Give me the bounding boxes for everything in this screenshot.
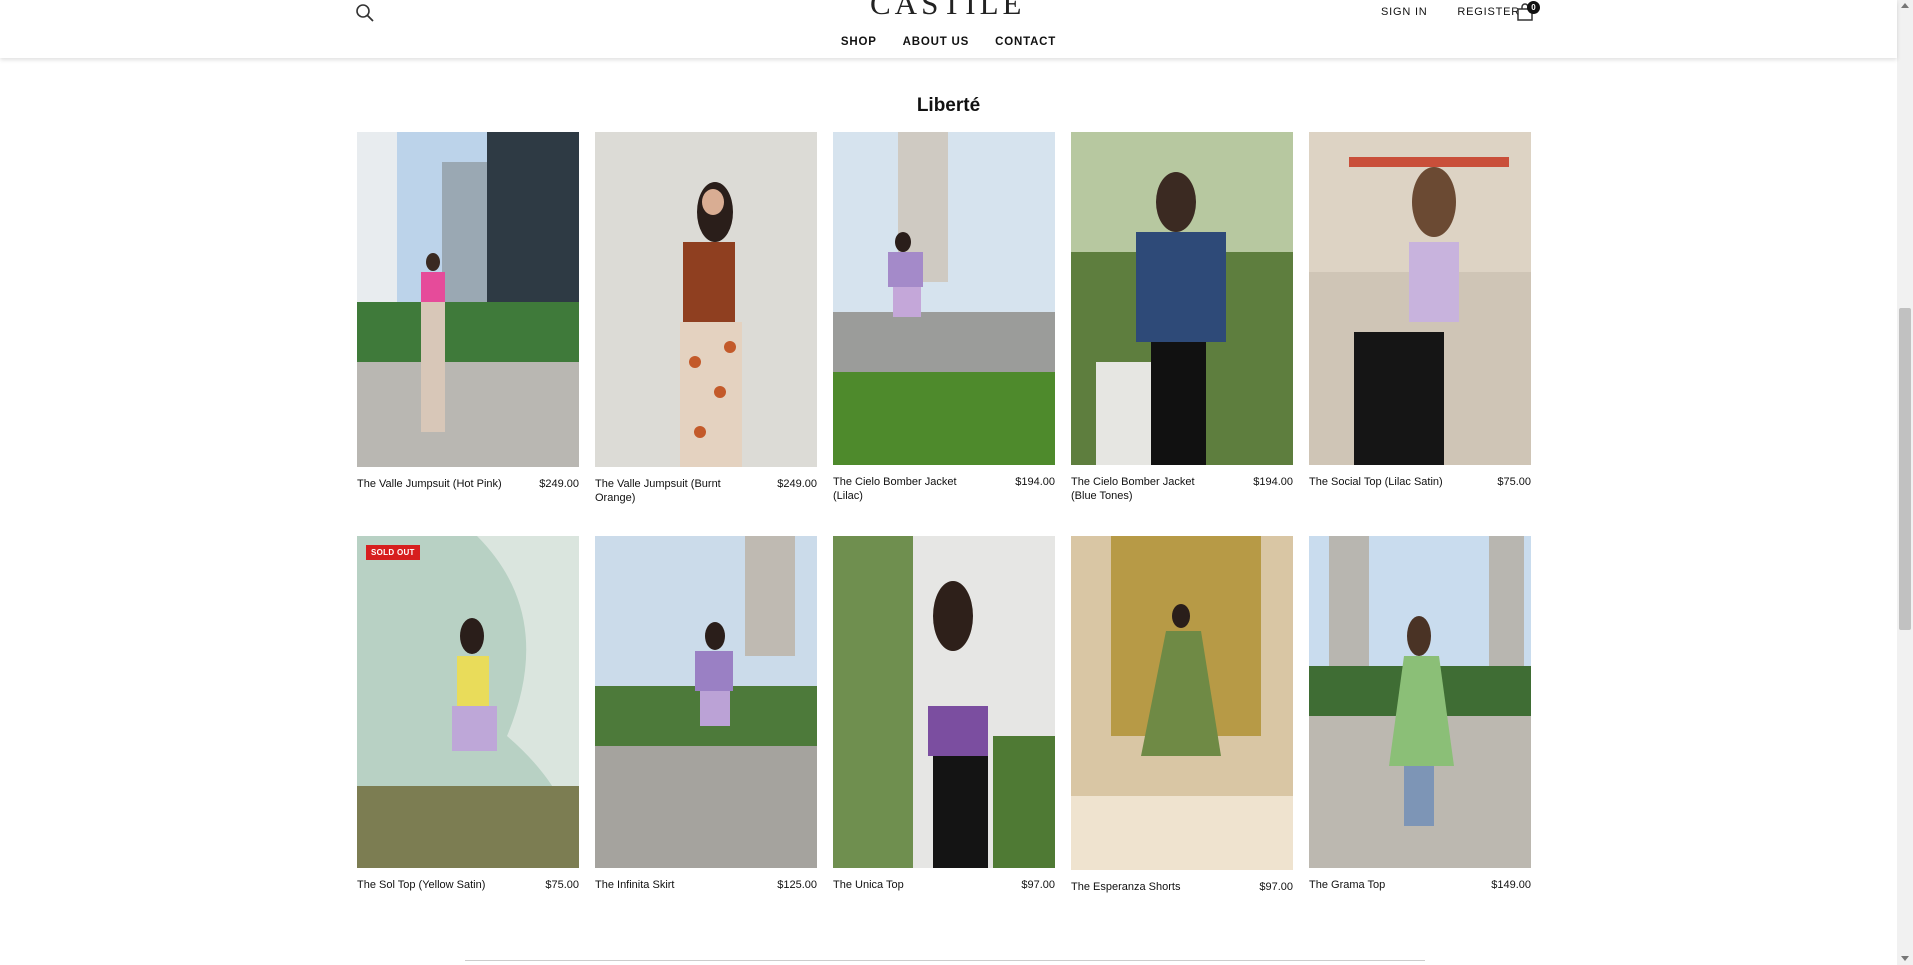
product-price: $75.00 bbox=[1497, 476, 1531, 488]
product-price: $97.00 bbox=[1259, 881, 1293, 893]
sign-in-link[interactable]: SIGN IN bbox=[1381, 6, 1428, 18]
register-link[interactable]: REGISTER bbox=[1457, 6, 1520, 18]
product-price: $75.00 bbox=[545, 879, 579, 891]
product-name[interactable]: The Valle Jumpsuit (Hot Pink) bbox=[357, 477, 507, 491]
product-name[interactable]: The Cielo Bomber Jacket (Lilac) bbox=[833, 475, 983, 503]
product-image[interactable] bbox=[1309, 536, 1531, 868]
product-name[interactable]: The Social Top (Lilac Satin) bbox=[1309, 475, 1459, 489]
scrollbar-thumb[interactable] bbox=[1899, 308, 1911, 630]
product-image[interactable] bbox=[595, 132, 817, 467]
nav-shop[interactable]: SHOP bbox=[841, 36, 877, 48]
product-card[interactable]: SOLD OUT The Sol Top (Yellow Satin) $75.… bbox=[357, 536, 579, 892]
product-price: $249.00 bbox=[539, 478, 579, 490]
product-name[interactable]: The Unica Top bbox=[833, 878, 983, 892]
product-price: $194.00 bbox=[1253, 476, 1293, 488]
product-price: $97.00 bbox=[1021, 879, 1055, 891]
product-price: $125.00 bbox=[777, 879, 817, 891]
sold-out-badge: SOLD OUT bbox=[366, 545, 420, 560]
page-scrollbar[interactable] bbox=[1897, 0, 1913, 965]
product-image[interactable] bbox=[1071, 132, 1293, 465]
product-card[interactable]: The Social Top (Lilac Satin) $75.00 bbox=[1309, 132, 1531, 489]
product-card[interactable]: The Infinita Skirt $125.00 bbox=[595, 536, 817, 892]
product-price: $149.00 bbox=[1491, 879, 1531, 891]
product-name[interactable]: The Cielo Bomber Jacket (Blue Tones) bbox=[1071, 475, 1221, 503]
product-card[interactable]: The Esperanza Shorts $97.00 bbox=[1071, 536, 1293, 894]
product-image[interactable]: SOLD OUT bbox=[357, 536, 579, 868]
product-image[interactable] bbox=[1309, 132, 1531, 465]
product-card[interactable]: The Valle Jumpsuit (Burnt Orange) $249.0… bbox=[595, 132, 817, 505]
site-header: CASTILÉ SHOP ABOUT US CONTACT SIGN IN RE… bbox=[0, 0, 1897, 58]
product-name[interactable]: The Esperanza Shorts bbox=[1071, 880, 1221, 894]
product-image[interactable] bbox=[595, 536, 817, 868]
product-card[interactable]: The Cielo Bomber Jacket (Lilac) $194.00 bbox=[833, 132, 1055, 503]
nav-about-us[interactable]: ABOUT US bbox=[903, 36, 969, 48]
product-name[interactable]: The Grama Top bbox=[1309, 878, 1459, 892]
product-image[interactable] bbox=[1071, 536, 1293, 870]
nav-contact[interactable]: CONTACT bbox=[995, 36, 1056, 48]
product-price: $249.00 bbox=[777, 478, 817, 490]
product-image[interactable] bbox=[833, 536, 1055, 868]
scroll-up-arrow-icon[interactable] bbox=[1901, 3, 1909, 8]
scroll-down-arrow-icon[interactable] bbox=[1901, 956, 1909, 961]
product-name[interactable]: The Infinita Skirt bbox=[595, 878, 745, 892]
cart-count-badge: 0 bbox=[1527, 1, 1540, 14]
product-card[interactable]: The Cielo Bomber Jacket (Blue Tones) $19… bbox=[1071, 132, 1293, 503]
product-name[interactable]: The Sol Top (Yellow Satin) bbox=[357, 878, 507, 892]
footer-divider bbox=[465, 960, 1425, 961]
product-image[interactable] bbox=[833, 132, 1055, 465]
product-image[interactable] bbox=[357, 132, 579, 467]
product-card[interactable]: The Unica Top $97.00 bbox=[833, 536, 1055, 892]
search-icon[interactable] bbox=[354, 2, 376, 24]
site-logo[interactable]: CASTILÉ bbox=[870, 0, 1021, 22]
collection-title: Liberté bbox=[916, 94, 981, 116]
main-nav: SHOP ABOUT US CONTACT bbox=[0, 36, 1897, 48]
product-name[interactable]: The Valle Jumpsuit (Burnt Orange) bbox=[595, 477, 745, 505]
product-card[interactable]: The Grama Top $149.00 bbox=[1309, 536, 1531, 892]
product-card[interactable]: The Valle Jumpsuit (Hot Pink) $249.00 bbox=[357, 132, 579, 491]
product-price: $194.00 bbox=[1015, 476, 1055, 488]
